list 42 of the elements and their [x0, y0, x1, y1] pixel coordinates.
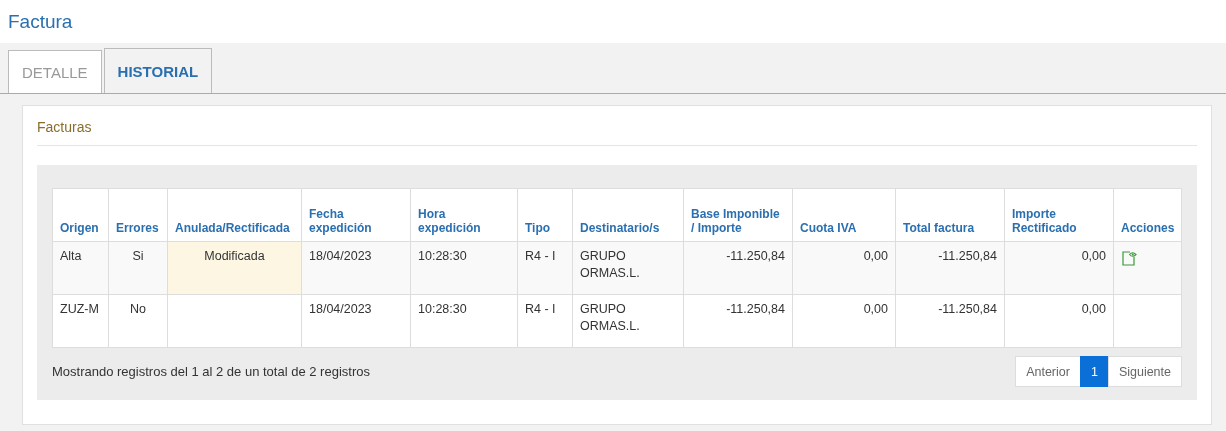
table-cell: 0,00 — [1004, 241, 1114, 295]
column-header[interactable]: Errores — [108, 188, 168, 242]
pagination-button[interactable]: Siguiente — [1107, 356, 1182, 387]
table-cell: -11.250,84 — [895, 241, 1005, 295]
tab[interactable]: DETALLE — [8, 50, 102, 93]
table-cell: 18/04/2023 — [301, 294, 411, 348]
table-cell: Si — [108, 241, 168, 295]
pagination-button[interactable]: 1 — [1079, 356, 1109, 387]
table-cell: -11.250,84 — [683, 294, 793, 348]
column-header[interactable]: Base Imponible / Importe — [683, 188, 793, 242]
table-cell: Alta — [52, 241, 109, 295]
column-header[interactable]: Total factura — [895, 188, 1005, 242]
column-header[interactable]: Acciones — [1113, 188, 1182, 242]
table-cell: 0,00 — [1004, 294, 1114, 348]
view-document-icon[interactable] — [1121, 250, 1137, 266]
table-cell: R4 - I — [517, 294, 573, 348]
column-header[interactable]: Destinatario/s — [572, 188, 684, 242]
table-cell: 10:28:30 — [410, 294, 518, 348]
column-header[interactable]: Cuota IVA — [792, 188, 896, 242]
column-header[interactable]: Origen — [52, 188, 109, 242]
table-cell: Modificada — [167, 241, 302, 295]
table-cell: 0,00 — [792, 241, 896, 295]
table-cell: -11.250,84 — [683, 241, 793, 295]
tab[interactable]: HISTORIAL — [103, 48, 213, 93]
table-cell: 18/04/2023 — [301, 241, 411, 295]
column-header[interactable]: Hora expedición — [410, 188, 518, 242]
table-cell: 0,00 — [792, 294, 896, 348]
panel-title: Facturas — [37, 106, 1197, 146]
table-cell: R4 - I — [517, 241, 573, 295]
page-title: Factura — [7, 10, 74, 34]
table-cell: GRUPO ORMAS.L. — [572, 294, 684, 348]
column-header[interactable]: Tipo — [517, 188, 573, 242]
column-header[interactable]: Anulada/Rectificada — [167, 188, 302, 242]
table-cell: ZUZ-M — [52, 294, 109, 348]
column-header[interactable]: Fecha expedición — [301, 188, 411, 242]
table-cell: No — [108, 294, 168, 348]
records-info: Mostrando registros del 1 al 2 de un total de 2 registros — [52, 364, 370, 379]
pagination-button[interactable]: Anterior — [1015, 356, 1081, 387]
column-header[interactable]: Importe Rectificado — [1004, 188, 1114, 242]
table-cell: 10:28:30 — [410, 241, 518, 295]
table-cell: -11.250,84 — [895, 294, 1005, 348]
table-cell: GRUPO ORMAS.L. — [572, 241, 684, 295]
